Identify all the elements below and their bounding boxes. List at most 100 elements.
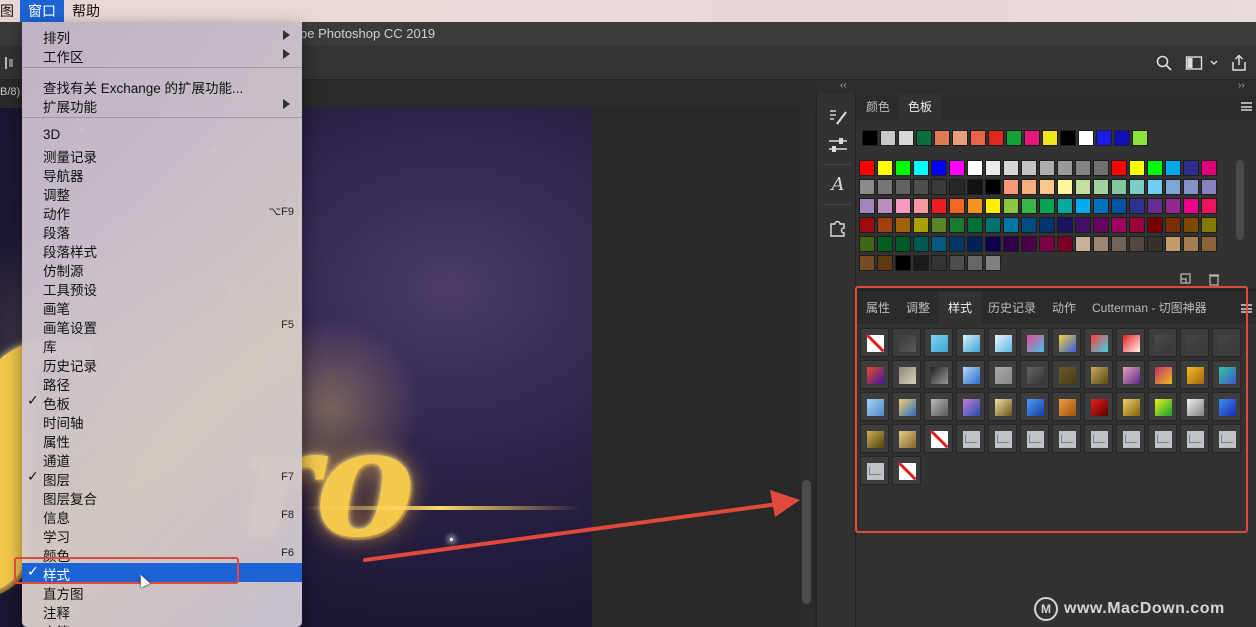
menu-item[interactable]: 动作 ⌥F9	[22, 202, 302, 222]
menu-bar-fragment[interactable]: 图	[0, 0, 20, 22]
menu-item[interactable]: 库	[22, 335, 302, 355]
swatch[interactable]	[931, 236, 947, 252]
trash-icon[interactable]	[1207, 272, 1221, 286]
swatch[interactable]	[895, 236, 911, 252]
swatch[interactable]	[967, 179, 983, 195]
swatch[interactable]	[1165, 179, 1181, 195]
align-icon[interactable]	[2, 54, 20, 72]
menu-item[interactable]: 属性	[22, 430, 302, 450]
swatch[interactable]	[895, 198, 911, 214]
swatch[interactable]	[1057, 198, 1073, 214]
swatch[interactable]	[967, 255, 983, 271]
menu-item[interactable]: 画笔	[22, 297, 302, 317]
swatch[interactable]	[931, 255, 947, 271]
swatch[interactable]	[949, 236, 965, 252]
swatch[interactable]	[949, 160, 965, 176]
swatch[interactable]	[1147, 179, 1163, 195]
swatch[interactable]	[862, 130, 878, 146]
swatch[interactable]	[1039, 198, 1055, 214]
swatch[interactable]	[877, 255, 893, 271]
menu-item[interactable]: ✓ 图层 F7	[22, 468, 302, 488]
swatch[interactable]	[1075, 160, 1091, 176]
adjust-sliders-icon[interactable]	[827, 134, 849, 156]
swatch[interactable]	[913, 217, 929, 233]
menu-item[interactable]: 注释	[22, 601, 302, 621]
swatch[interactable]	[913, 236, 929, 252]
swatch[interactable]	[967, 160, 983, 176]
menu-help[interactable]: 帮助	[64, 0, 108, 22]
swatch[interactable]	[970, 130, 986, 146]
swatch[interactable]	[913, 160, 929, 176]
swatch[interactable]	[877, 160, 893, 176]
swatch[interactable]	[1183, 179, 1199, 195]
swatch[interactable]	[1111, 236, 1127, 252]
swatch[interactable]	[1183, 236, 1199, 252]
swatch[interactable]	[1078, 130, 1094, 146]
puzzle-icon[interactable]	[827, 216, 849, 238]
menu-item[interactable]: 时间轴	[22, 411, 302, 431]
swatch[interactable]	[895, 217, 911, 233]
menu-item[interactable]: 扩展功能	[22, 95, 302, 115]
swatch[interactable]	[1039, 160, 1055, 176]
menu-item[interactable]: 排列	[22, 26, 302, 46]
swatch[interactable]	[1201, 198, 1217, 214]
swatch[interactable]	[1075, 179, 1091, 195]
swatch[interactable]	[1093, 236, 1109, 252]
swatch[interactable]	[949, 179, 965, 195]
swatch[interactable]	[934, 130, 950, 146]
menu-item[interactable]: 画笔设置 F5	[22, 316, 302, 336]
swatch[interactable]	[913, 255, 929, 271]
swatch[interactable]	[1129, 236, 1145, 252]
swatch[interactable]	[1057, 217, 1073, 233]
swatch[interactable]	[931, 179, 947, 195]
swatch[interactable]	[1003, 217, 1019, 233]
menu-item[interactable]: 3D	[22, 126, 302, 145]
menu-item[interactable]: 工作区	[22, 45, 302, 65]
menu-item[interactable]: ✓ 色板	[22, 392, 302, 412]
swatch[interactable]	[1147, 160, 1163, 176]
swatch[interactable]	[877, 217, 893, 233]
search-icon[interactable]	[1155, 54, 1173, 72]
swatch[interactable]	[1165, 236, 1181, 252]
swatch[interactable]	[967, 236, 983, 252]
swatch[interactable]	[1075, 236, 1091, 252]
swatch[interactable]	[988, 130, 1004, 146]
swatch[interactable]	[952, 130, 968, 146]
panel-collapse-bar[interactable]	[816, 80, 1256, 94]
swatch[interactable]	[1111, 198, 1127, 214]
menu-item[interactable]: 调整	[22, 183, 302, 203]
swatch[interactable]	[1201, 236, 1217, 252]
swatch[interactable]	[1021, 160, 1037, 176]
swatch[interactable]	[859, 179, 875, 195]
swatch[interactable]	[895, 160, 911, 176]
swatch[interactable]	[985, 179, 1001, 195]
swatch[interactable]	[1129, 160, 1145, 176]
swatch[interactable]	[877, 179, 893, 195]
menu-item[interactable]: 测量记录	[22, 145, 302, 165]
menu-item[interactable]: 历史记录	[22, 354, 302, 374]
swatch[interactable]	[1147, 198, 1163, 214]
swatch[interactable]	[898, 130, 914, 146]
swatch[interactable]	[985, 198, 1001, 214]
swatch[interactable]	[967, 217, 983, 233]
swatch[interactable]	[859, 217, 875, 233]
menu-item[interactable]: 段落	[22, 221, 302, 241]
swatch[interactable]	[1165, 217, 1181, 233]
swatch[interactable]	[1003, 198, 1019, 214]
swatch[interactable]	[1075, 217, 1091, 233]
swatch[interactable]	[913, 179, 929, 195]
brush-settings-icon[interactable]	[827, 106, 849, 128]
swatch[interactable]	[1147, 236, 1163, 252]
swatch[interactable]	[1021, 236, 1037, 252]
menu-item[interactable]: 字符	[22, 620, 302, 627]
new-swatch-icon[interactable]	[1179, 272, 1193, 286]
menu-item[interactable]: 通道	[22, 449, 302, 469]
swatch[interactable]	[1129, 198, 1145, 214]
swatch[interactable]	[1021, 179, 1037, 195]
menu-item[interactable]: 仿制源	[22, 259, 302, 279]
character-icon[interactable]: A	[827, 174, 849, 196]
swatch[interactable]	[1183, 198, 1199, 214]
swatch[interactable]	[877, 236, 893, 252]
chevron-down-icon[interactable]	[1208, 54, 1220, 72]
menu-item[interactable]: 图层复合	[22, 487, 302, 507]
